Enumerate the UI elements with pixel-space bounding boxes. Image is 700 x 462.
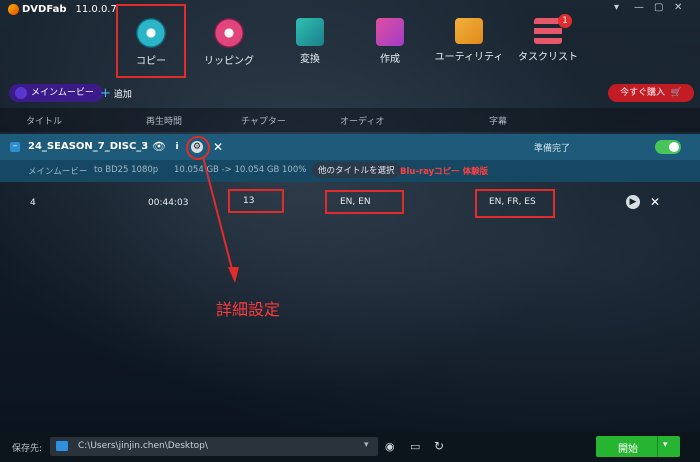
disc-info-row: メインムービー to BD25 1080p 10.054 GB -> 10.05… bbox=[0, 160, 700, 182]
close-icon[interactable]: ✕ bbox=[674, 2, 682, 13]
table-row[interactable]: 4 00:44:03 13 EN, EN EN, FR, ES ▶ ✕ bbox=[0, 188, 700, 218]
add-button[interactable]: + 追加 bbox=[100, 85, 132, 101]
annotation-label: 詳細設定 bbox=[216, 300, 281, 319]
app-version: 11.0.0.7 bbox=[75, 4, 117, 15]
bluray-icon: 👁 bbox=[152, 140, 166, 153]
nav-copy-label: コピー bbox=[136, 56, 166, 67]
target-label: to BD25 1080p bbox=[94, 165, 159, 175]
brand-name: DVDFab bbox=[22, 4, 67, 15]
disc-title-row[interactable]: – 24_SEASON_7_DISC_3 👁 i ⚙ ✕ 準備完了 bbox=[0, 134, 700, 160]
ripping-disc-icon bbox=[214, 18, 244, 48]
folder-icon bbox=[56, 441, 68, 451]
info-icon[interactable]: i bbox=[170, 140, 184, 154]
create-film-icon bbox=[376, 18, 404, 46]
menu-icon[interactable]: ▾ bbox=[614, 2, 619, 13]
buy-now-label: 今すぐ購入 bbox=[620, 88, 666, 98]
start-dropdown-icon[interactable]: ▾ bbox=[663, 440, 668, 450]
nav-convert[interactable]: 変換 bbox=[275, 12, 345, 65]
buy-now-button[interactable]: 今すぐ購入 🛒 bbox=[608, 84, 695, 102]
row-duration: 00:44:03 bbox=[148, 198, 189, 208]
status-label: 準備完了 bbox=[534, 144, 571, 154]
mode-label: メインムービー bbox=[28, 167, 88, 177]
col-subtitles: 字幕 bbox=[489, 117, 508, 127]
save-path-field[interactable]: C:\Users\jinjin.chen\Desktop\ ▾ bbox=[50, 437, 378, 456]
start-button[interactable]: 開始 ▾ bbox=[596, 436, 680, 457]
row-audio[interactable]: EN, EN bbox=[340, 197, 371, 207]
background bbox=[0, 0, 700, 462]
play-icon[interactable]: ▶ bbox=[626, 195, 640, 209]
minimize-icon[interactable]: — bbox=[634, 2, 644, 13]
remove-disc-icon[interactable]: ✕ bbox=[213, 140, 223, 154]
nav-ripping[interactable]: リッピング bbox=[194, 12, 264, 67]
refresh-icon[interactable]: ↻ bbox=[434, 439, 444, 453]
main-movie-button[interactable]: メインムービー bbox=[9, 84, 103, 102]
nav-utility[interactable]: ユーティリティ bbox=[434, 12, 504, 63]
annotation-arrow bbox=[202, 156, 239, 283]
nav-convert-label: 変換 bbox=[300, 54, 320, 65]
col-duration: 再生時間 bbox=[146, 117, 183, 127]
main-movie-icon bbox=[15, 87, 27, 99]
row-title: 4 bbox=[30, 198, 36, 208]
advanced-settings-icon[interactable]: ⚙ bbox=[191, 141, 203, 153]
utility-toolbox-icon bbox=[455, 18, 483, 44]
cart-icon: 🛒 bbox=[670, 88, 683, 98]
add-plus-icon: + bbox=[100, 85, 111, 101]
add-label: 追加 bbox=[113, 90, 132, 100]
nav-utility-label: ユーティリティ bbox=[434, 52, 504, 63]
nav-copy[interactable]: コピー bbox=[116, 4, 186, 78]
enable-toggle[interactable] bbox=[655, 140, 681, 154]
nav-create-label: 作成 bbox=[380, 54, 400, 65]
tasklist-badge: 1 bbox=[558, 14, 572, 28]
browse-folder-icon[interactable]: ▭ bbox=[410, 440, 420, 453]
row-subtitles[interactable]: EN, FR, ES bbox=[489, 197, 536, 207]
path-dropdown-icon[interactable]: ▾ bbox=[364, 440, 369, 450]
maximize-icon[interactable]: ▢ bbox=[654, 2, 663, 13]
toggle-knob bbox=[669, 142, 679, 152]
iso-icon[interactable]: ◉ bbox=[385, 440, 395, 453]
start-divider bbox=[657, 436, 658, 457]
nav-tasklist[interactable]: 1 タスクリスト bbox=[513, 12, 583, 63]
app-logo: DVDFab 11.0.0.7 bbox=[8, 4, 117, 15]
disc-name: 24_SEASON_7_DISC_3 bbox=[28, 141, 149, 152]
convert-film-icon bbox=[296, 18, 324, 46]
copy-disc-icon bbox=[136, 18, 166, 48]
trial-label: Blu-rayコピー 体験版 bbox=[400, 167, 489, 177]
save-to-label: 保存先: bbox=[12, 444, 43, 454]
save-path: C:\Users\jinjin.chen\Desktop\ bbox=[78, 441, 208, 451]
col-title: タイトル bbox=[26, 117, 63, 127]
remove-title-icon[interactable]: ✕ bbox=[650, 195, 660, 209]
start-label: 開始 bbox=[618, 444, 638, 455]
col-chapters: チャプター bbox=[241, 117, 286, 127]
collapse-icon[interactable]: – bbox=[10, 142, 20, 152]
nav-tasklist-label: タスクリスト bbox=[518, 52, 578, 63]
dvdfab-logo-icon bbox=[8, 4, 19, 15]
nav-create[interactable]: 作成 bbox=[355, 12, 425, 65]
nav-ripping-label: リッピング bbox=[204, 56, 254, 67]
bottom-bar: 保存先: C:\Users\jinjin.chen\Desktop\ ▾ ◉ ▭… bbox=[0, 432, 700, 462]
other-titles-button[interactable]: 他のタイトルを選択 bbox=[312, 162, 401, 178]
main-movie-label: メインムービー bbox=[31, 88, 94, 98]
col-audio: オーディオ bbox=[340, 117, 385, 127]
table-header: タイトル 再生時間 チャプター オーディオ 字幕 bbox=[0, 108, 700, 132]
